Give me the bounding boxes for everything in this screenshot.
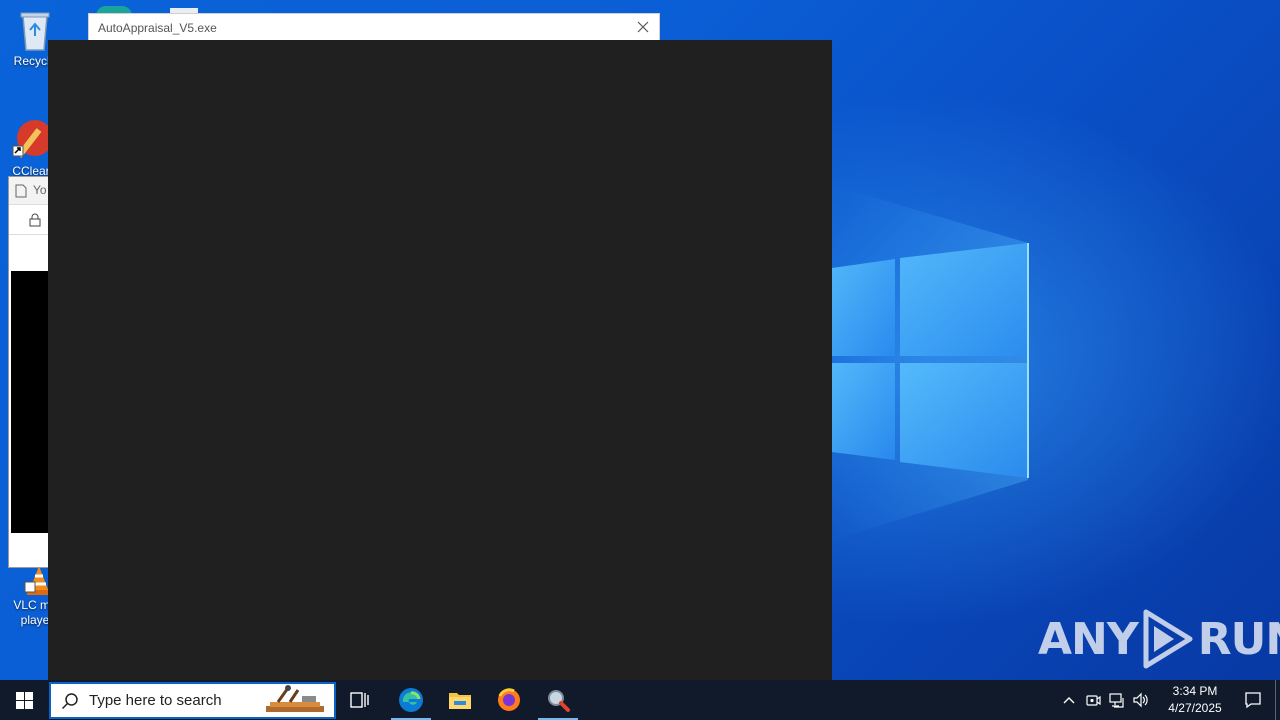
search-input[interactable] bbox=[89, 692, 259, 709]
action-center-button[interactable] bbox=[1231, 680, 1275, 720]
page-icon bbox=[15, 184, 27, 198]
clock-date: 4/27/2025 bbox=[1168, 701, 1222, 715]
edge-taskbar-button[interactable] bbox=[387, 680, 435, 720]
windows-start-icon bbox=[15, 691, 33, 709]
firefox-icon bbox=[498, 688, 520, 711]
play-triangle-icon bbox=[1143, 609, 1193, 669]
taskbar: 3:34 PM 4/27/2025 bbox=[0, 680, 1280, 720]
volume-button[interactable] bbox=[1129, 680, 1153, 720]
close-icon[interactable] bbox=[635, 19, 651, 35]
search-icon bbox=[61, 692, 78, 709]
search-highlight-icon bbox=[266, 685, 324, 712]
network-icon bbox=[1109, 693, 1124, 708]
browser-tab-title: Yo bbox=[33, 183, 47, 197]
taskbar-search-box[interactable] bbox=[49, 682, 336, 719]
chevron-up-icon bbox=[1063, 697, 1075, 704]
meet-now-icon bbox=[1086, 695, 1101, 706]
magnifier-icon bbox=[548, 690, 570, 712]
app-window-titlebar[interactable]: AutoAppraisal_V5.exe bbox=[88, 13, 660, 41]
clock-time: 3:34 PM bbox=[1172, 684, 1218, 698]
notification-icon bbox=[1245, 692, 1261, 709]
speaker-icon bbox=[1133, 692, 1148, 708]
anyrun-watermark: ANY RUN bbox=[1038, 608, 1280, 670]
tray-app-button[interactable] bbox=[1081, 680, 1105, 720]
search-tool-taskbar-button[interactable] bbox=[534, 680, 582, 720]
taskbar-clock[interactable]: 3:34 PM 4/27/2025 bbox=[1159, 683, 1231, 717]
folder-icon bbox=[449, 693, 471, 709]
watermark-right-text: RUN bbox=[1197, 613, 1280, 665]
task-view-button[interactable] bbox=[336, 680, 384, 720]
show-hidden-icons-button[interactable] bbox=[1057, 680, 1081, 720]
watermark-left-text: ANY bbox=[1038, 613, 1139, 665]
file-explorer-taskbar-button[interactable] bbox=[436, 680, 484, 720]
firefox-taskbar-button[interactable] bbox=[485, 680, 533, 720]
desktop-icon-label-line2: playe bbox=[20, 613, 50, 627]
system-tray: 3:34 PM 4/27/2025 bbox=[1057, 680, 1280, 720]
edge-icon bbox=[399, 688, 423, 712]
app-window-title: AutoAppraisal_V5.exe bbox=[98, 21, 217, 35]
network-button[interactable] bbox=[1105, 680, 1129, 720]
lock-icon bbox=[29, 213, 41, 227]
start-button[interactable] bbox=[0, 680, 48, 720]
console-window[interactable] bbox=[48, 40, 832, 680]
task-view-icon bbox=[350, 692, 369, 708]
ccleaner-icon bbox=[12, 120, 53, 158]
show-desktop-button[interactable] bbox=[1275, 680, 1280, 720]
